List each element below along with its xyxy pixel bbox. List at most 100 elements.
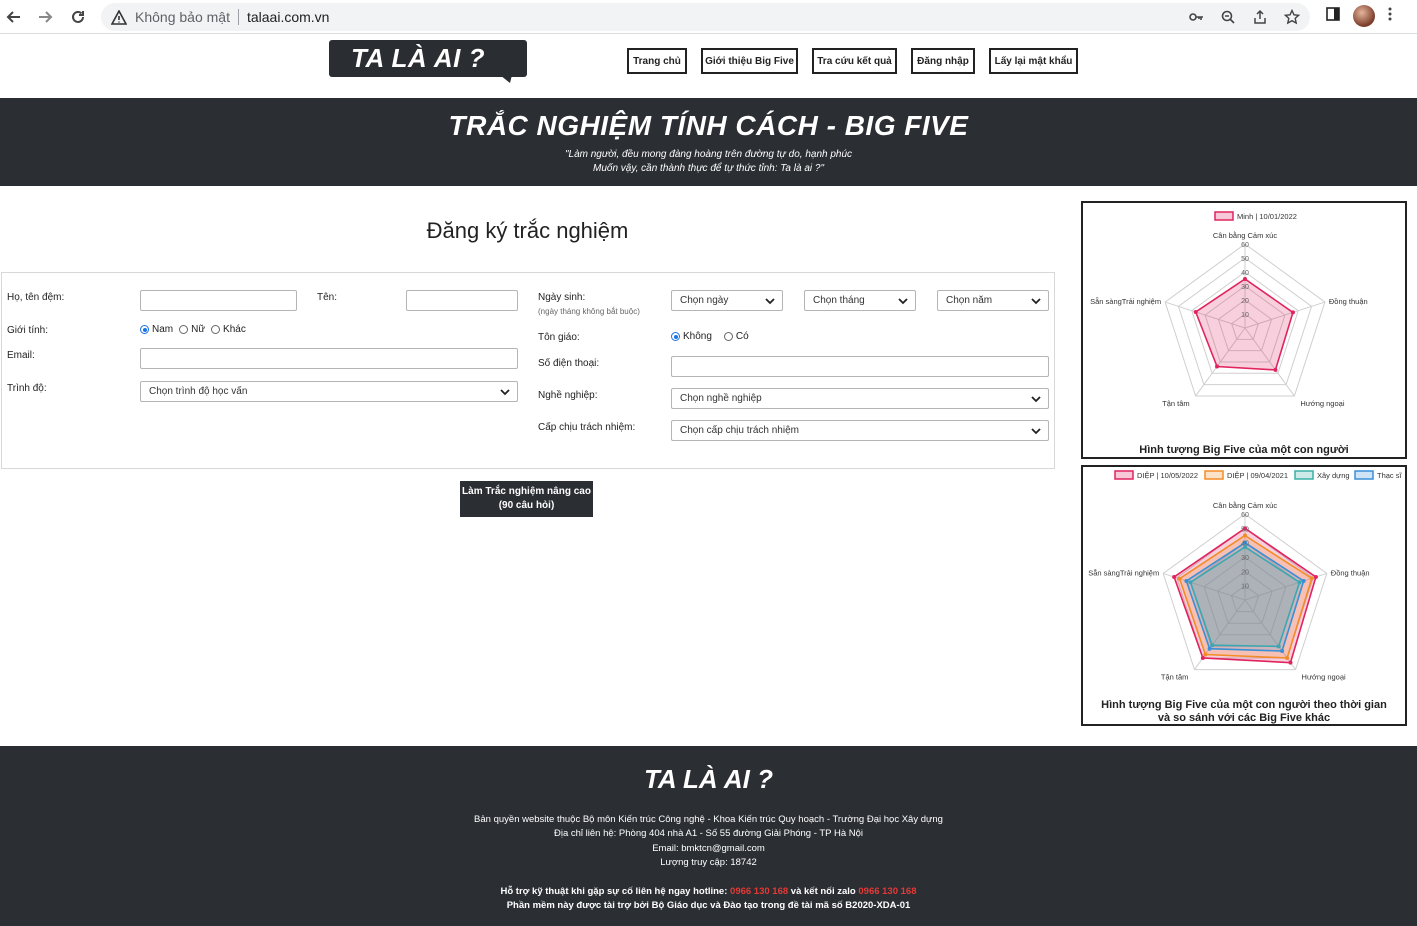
radar-point [1280, 649, 1285, 654]
radar-tick-label: 60 [1241, 242, 1249, 249]
radar-point [1172, 574, 1177, 579]
fullname-input[interactable] [140, 290, 297, 311]
legend-swatch [1354, 470, 1374, 480]
chevron-down-icon [1031, 428, 1041, 435]
radar-axis-label: Tận tâm [1162, 399, 1190, 408]
radar-tick-label: 40 [1241, 270, 1249, 277]
radar-point [1243, 533, 1247, 538]
radar-point [1177, 576, 1182, 581]
key-icon[interactable] [1186, 7, 1206, 27]
omnibox-divider [237, 9, 239, 25]
phone-input[interactable] [671, 356, 1049, 377]
job-label: Nghề nghiệp: [538, 390, 598, 401]
radar-axis-label: Hướng ngoại [1300, 399, 1344, 408]
radar-tick-label: 40 [1241, 541, 1249, 548]
warning-icon [111, 9, 127, 25]
religion-radio-group: Không Có [671, 331, 749, 342]
zalo-link[interactable]: 0966 130 168 [858, 886, 916, 897]
chevron-down-icon [1031, 396, 1041, 403]
logo-speech-tail [500, 75, 512, 83]
radio-unchecked [179, 325, 189, 334]
legend-label: Minh | 10/01/2022 [1237, 212, 1297, 221]
footer-email[interactable]: Email: bmktcn@gmail.com [0, 843, 1417, 854]
radar-tick-label: 20 [1241, 569, 1249, 576]
hotline-link[interactable]: 0966 130 168 [730, 886, 788, 897]
radar-tick-label: 20 [1241, 298, 1249, 305]
nav-about-big-five[interactable]: Giới thiệu Big Five [701, 48, 798, 74]
advanced-test-label: Làm Trắc nghiệm nâng cao [462, 486, 591, 497]
radio-unchecked [723, 332, 733, 341]
legend-swatch [1114, 470, 1134, 480]
support-text-mid: và kết nối zalo [788, 886, 859, 897]
radar-point [1309, 576, 1314, 581]
email-label: Email: [7, 350, 35, 361]
radar-axis-label: Đồng thuận [1329, 297, 1368, 306]
legend-swatch [1214, 211, 1234, 221]
chevron-down-icon [898, 298, 908, 305]
month-select[interactable]: Chọn tháng [804, 290, 916, 311]
email-input[interactable] [140, 348, 518, 369]
nav-home[interactable]: Trang chủ [627, 48, 687, 74]
radar-point [1290, 310, 1295, 315]
religion-no-radio[interactable]: Không [671, 331, 712, 342]
back-icon[interactable] [3, 6, 25, 28]
job-select[interactable]: Chọn nghề nghiệp [671, 388, 1049, 409]
share-icon[interactable] [1250, 7, 1270, 27]
footer-logo: TA LÀ AI ? [643, 764, 773, 794]
footer-address: Địa chỉ liên hệ: Phòng 404 nhà A1 - Số 5… [553, 828, 864, 839]
sidebar-icon[interactable] [1325, 6, 1341, 27]
caption-line-2: và so sánh với các Big Five khác [1157, 712, 1331, 724]
footer-visits: Lượng truy cập: 18742 [660, 857, 757, 868]
radar-svg-compare: 10 20 30 40 50 60 Cân bằng Cảm xúc Đồng thuận Hư… [1088, 470, 1403, 682]
site-logo[interactable]: TA LÀ AI ? [329, 40, 527, 77]
responsibility-select[interactable]: Chọn cấp chịu trách nhiệm [671, 420, 1049, 441]
legend-label: DIỆP | 09/04/2021 [1227, 471, 1288, 480]
gender-female-radio[interactable]: Nữ [179, 324, 205, 335]
nav-lookup-results[interactable]: Tra cứu kết quả [812, 48, 897, 74]
hero-banner: TRẮC NGHIỆM TÍNH CÁCH - BIG FIVE "Làm ng… [0, 98, 1417, 186]
reload-icon[interactable] [67, 6, 89, 28]
legend-label: Thạc sĩ [1377, 471, 1403, 480]
radar-tick-label: 30 [1241, 284, 1249, 291]
radar-series-area [1194, 278, 1294, 371]
gender-male-radio[interactable]: Nam [140, 324, 173, 335]
form-title: Đăng ký trắc nghiệm [426, 218, 629, 243]
radar-point [1273, 367, 1278, 372]
gender-other-radio[interactable]: Khác [211, 324, 246, 335]
security-status[interactable]: Không bảo mật [135, 9, 230, 25]
caption-line-1: Hình tượng Big Five của một con người th… [1101, 699, 1387, 711]
radar-point [1215, 364, 1220, 369]
radar-point [1203, 652, 1208, 657]
radar-tick-label: 50 [1241, 256, 1249, 263]
address-bar[interactable]: Không bảo mật talaai.com.vn [101, 3, 1310, 31]
footer-support: Hỗ trợ kỹ thuật khi gặp sự cố liên hệ ng… [0, 886, 1417, 897]
radar-chart-single: 10 20 30 40 50 60 Cân bằng Cảm xúc Đồng thuận Hư… [1081, 201, 1407, 459]
profile-avatar[interactable] [1353, 5, 1375, 27]
radar-tick-label: 30 [1241, 555, 1249, 562]
religion-yes-radio[interactable]: Có [723, 331, 749, 342]
star-icon[interactable] [1282, 7, 1302, 27]
registration-form: Họ, tên đệm: Tên: Giới tính: Nam Nữ Khác… [1, 272, 1055, 469]
footer-copyright: Bản quyền website thuộc Bộ môn Kiến trúc… [474, 814, 943, 825]
year-select[interactable]: Chọn năm [937, 290, 1049, 311]
advanced-test-count: (90 câu hỏi) [498, 500, 555, 511]
advanced-test-button[interactable]: Làm Trắc nghiệm nâng cao (90 câu hỏi) [460, 481, 593, 517]
day-select[interactable]: Chọn ngày [671, 290, 783, 311]
radar-axis-label: Cân bằng Cảm xúc [1213, 501, 1277, 510]
radar-point [1207, 646, 1212, 651]
nav-recover-password[interactable]: Lấy lại mật khẩu [989, 48, 1078, 74]
radar-axis-label: Cân bằng Cảm xúc [1213, 231, 1277, 240]
chevron-down-icon [500, 389, 510, 396]
menu-kebab-icon[interactable] [1387, 6, 1393, 27]
forward-icon[interactable] [34, 6, 56, 28]
radar-point [1301, 578, 1306, 583]
chevron-down-icon [765, 298, 775, 305]
nav-login[interactable]: Đăng nhập [911, 48, 975, 74]
name-input[interactable] [406, 290, 518, 311]
radar-axis-label: Sẵn sàngTrải nghiệm [1090, 297, 1161, 306]
zoom-icon[interactable] [1218, 7, 1238, 27]
responsibility-label: Cấp chịu trách nhiệm: [538, 422, 636, 433]
url-text[interactable]: talaai.com.vn [247, 9, 329, 25]
education-select[interactable]: Chọn trình độ học vấn [140, 381, 518, 402]
radar-point [1288, 660, 1293, 665]
